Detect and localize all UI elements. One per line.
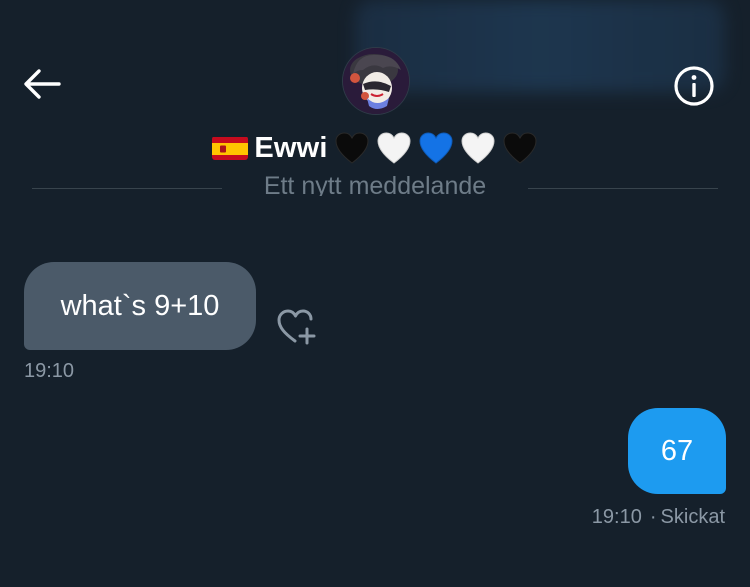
contact-name: Ewwi [254,131,328,164]
black-heart-icon [335,132,369,164]
white-heart-icon [461,132,495,164]
white-heart-icon [377,132,411,164]
blue-heart-icon [419,132,453,164]
spain-flag-icon [212,136,249,160]
new-message-divider: Ett nytt meddelande [263,172,487,196]
info-button[interactable] [670,62,718,110]
outgoing-meta: 19:10 · Skickat [592,506,725,529]
black-heart-icon [503,132,537,164]
incoming-timestamp: 19:10 [24,360,75,382]
outgoing-message-text: 67 [660,434,694,467]
outgoing-timestamp: 19:10 [591,506,642,528]
add-reaction-button[interactable] [274,306,320,348]
arrow-left-icon [24,69,61,99]
avatar[interactable] [343,48,409,114]
outgoing-message-bubble[interactable]: 67 [628,408,726,494]
heart-plus-icon [277,309,316,345]
meta-separator: · [649,506,657,528]
back-button[interactable] [20,62,64,106]
contact-name-row[interactable]: Ewwi [0,126,750,170]
outgoing-status: Skickat [660,506,725,528]
avatar-image [343,48,409,114]
incoming-message-bubble[interactable]: what`s 9+10 [24,262,256,350]
incoming-message-text: what`s 9+10 [60,289,220,322]
name-hearts [334,131,538,165]
info-icon [674,66,714,106]
